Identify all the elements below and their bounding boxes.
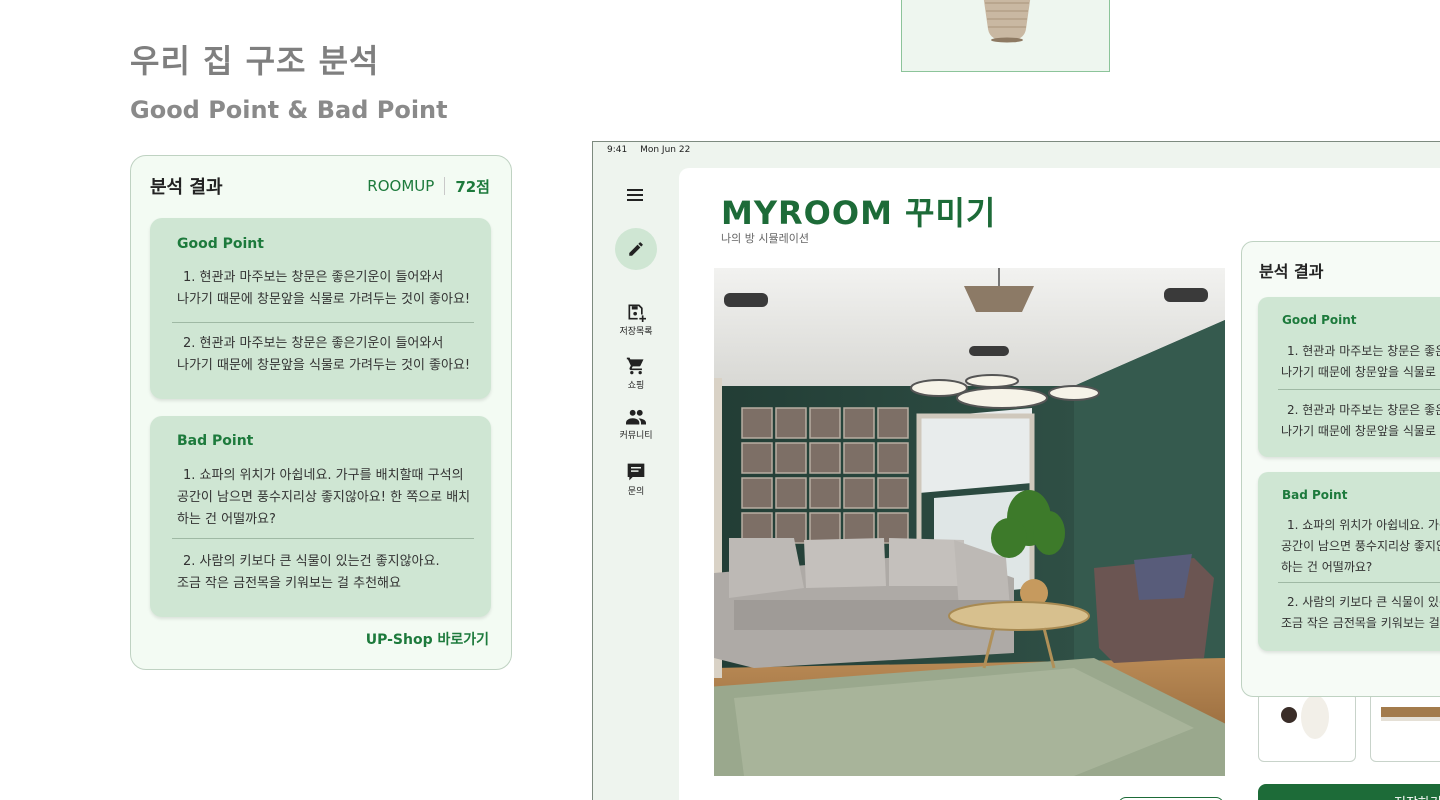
item-line: 2. 현관과 마주보는 창문은 좋은 [1287, 403, 1440, 417]
item-line: 1. 현관과 마주보는 창문은 좋은 [1287, 344, 1440, 358]
sidebar-item-community[interactable]: 커뮤니티 [593, 408, 679, 441]
status-bar: 9:41 Mon Jun 22 [607, 145, 690, 155]
item-divider [172, 538, 474, 539]
product-thumbnail-vase[interactable] [901, 0, 1110, 72]
item-divider [1278, 582, 1440, 583]
item-divider [1278, 389, 1440, 390]
page-subtitle: 나의 방 시뮬레이션 [721, 232, 809, 245]
sidebar-item-inquiry[interactable]: 문의 [593, 462, 679, 497]
sidebar-item-label: 문의 [627, 487, 645, 497]
bad-point-item: 1. 쇼파의 위치가 아쉽네요. 가구 공간이 남으면 풍수지리상 좋지않 하는… [1281, 515, 1440, 578]
product-tile[interactable] [1258, 692, 1356, 762]
good-point-item: 2. 현관과 마주보는 창문은 좋은기운이 들어와서 나가기 때문에 창문앞을 … [177, 333, 470, 377]
people-icon [626, 409, 646, 425]
cart-icon [626, 357, 644, 375]
bad-point-box: Bad Point 1. 쇼파의 위치가 아쉽네요. 가구를 배치할때 구석의 … [150, 416, 491, 617]
good-point-item: 1. 현관과 마주보는 창문은 좋은 나가기 때문에 창문앞을 식물로 가 [1281, 341, 1440, 383]
page-title: MYROOM 꾸미기 [721, 194, 997, 232]
bad-point-item: 2. 사람의 키보다 큰 식물이 있는건 좋지않아요. 조금 작은 금전목을 키… [177, 551, 440, 595]
bad-point-box: Bad Point 1. 쇼파의 위치가 아쉽네요. 가구 공간이 남으면 풍수… [1258, 472, 1440, 651]
page-root: 우리 집 구조 분석 Good Point & Bad Point 분석 결과 … [0, 0, 1440, 800]
good-point-item: 1. 현관과 마주보는 창문은 좋은기운이 들어와서 나가기 때문에 창문앞을 … [177, 267, 470, 311]
item-line: 하는 건 어떨까요? [177, 512, 276, 527]
up-shop-link[interactable]: UP-Shop 바로가기 [366, 629, 489, 649]
section-heading: 우리 집 구조 분석 Good Point & Bad Point [130, 36, 448, 124]
item-line: 1. 현관과 마주보는 창문은 좋은기운이 들어와서 [183, 270, 444, 285]
product-lamp-image [1281, 695, 1329, 739]
analysis-card: 분석 결과 ROOMUP 72점 Good Point 1. 현관과 마주보는 … [130, 155, 512, 670]
item-line: 1. 쇼파의 위치가 아쉽네요. 가구를 배치할때 구석의 [183, 468, 464, 483]
vase-image [983, 0, 1031, 43]
bad-point-item: 1. 쇼파의 위치가 아쉽네요. 가구를 배치할때 구석의 공간이 남으면 풍수… [177, 465, 470, 531]
item-line: 2. 현관과 마주보는 창문은 좋은기운이 들어와서 [183, 336, 444, 351]
sidebar-item-label: 저장목록 [619, 327, 653, 337]
edit-button[interactable] [615, 228, 657, 270]
analysis-card-header: 분석 결과 ROOMUP 72점 [150, 174, 490, 198]
room-render-image [714, 268, 1225, 776]
item-line: 조금 작은 금전목을 키워보는 걸 [1281, 616, 1440, 630]
item-line: 1. 쇼파의 위치가 아쉽네요. 가구 [1287, 518, 1440, 532]
hamburger-menu-icon[interactable] [626, 188, 644, 202]
product-tile[interactable] [1370, 692, 1440, 762]
item-divider [172, 322, 474, 323]
score-value: 72점 [455, 177, 490, 196]
section-subtitle: Good Point & Bad Point [130, 96, 448, 124]
item-line: 2. 사람의 키보다 큰 식물이 있는 [1287, 595, 1440, 609]
item-line: 나가기 때문에 창문앞을 식물로 가려두는 것이 좋아요! [177, 358, 471, 373]
sidebar: 저장목록 쇼핑 커뮤니티 문의 [593, 168, 679, 800]
item-line: 나가기 때문에 창문앞을 식물로 가 [1281, 424, 1440, 438]
item-line: 조금 작은 금전목을 키워보는 걸 추천해요 [177, 576, 401, 591]
good-point-title: Good Point [1282, 313, 1357, 327]
sidebar-item-shopping[interactable]: 쇼핑 [593, 356, 679, 391]
pencil-icon [629, 242, 643, 256]
good-point-item: 2. 현관과 마주보는 창문은 좋은 나가기 때문에 창문앞을 식물로 가 [1281, 400, 1440, 442]
item-line: 공간이 남으면 풍수지리상 좋지않아요! 한 쪽으로 배치 [177, 490, 471, 505]
analysis-panel-title: 분석 결과 [1259, 262, 1324, 281]
section-title: 우리 집 구조 분석 [130, 42, 380, 80]
save-add-icon [628, 304, 646, 322]
brand-label: ROOMUP [367, 177, 435, 195]
status-time: 9:41 [607, 145, 628, 155]
status-date: Mon Jun 22 [640, 145, 691, 155]
good-point-box: Good Point 1. 현관과 마주보는 창문은 좋은기운이 들어와서 나가… [150, 218, 491, 399]
sidebar-item-saved[interactable]: 저장목록 [593, 302, 679, 337]
item-line: 2. 사람의 키보다 큰 식물이 있는건 좋지않아요. [183, 554, 440, 569]
analysis-panel: 분석 결과 Good Point 1. 현관과 마주보는 창문은 좋은 나가기 … [1241, 241, 1440, 697]
bad-point-title: Bad Point [1282, 488, 1348, 502]
item-line: 하는 건 어떨까요? [1281, 560, 1373, 574]
bad-point-item: 2. 사람의 키보다 큰 식물이 있는 조금 작은 금전목을 키워보는 걸 [1281, 592, 1440, 634]
good-point-box: Good Point 1. 현관과 마주보는 창문은 좋은 나가기 때문에 창문… [1258, 297, 1440, 457]
good-point-title: Good Point [177, 236, 264, 252]
bad-point-title: Bad Point [177, 433, 254, 449]
chat-icon [627, 463, 645, 481]
item-line: 나가기 때문에 창문앞을 식물로 가 [1281, 365, 1440, 379]
save-button[interactable]: 저장하기 [1258, 784, 1440, 800]
analysis-card-title: 분석 결과 [150, 177, 223, 198]
sidebar-item-label: 쇼핑 [627, 381, 645, 391]
item-line: 공간이 남으면 풍수지리상 좋지않 [1281, 539, 1440, 553]
item-line: 나가기 때문에 창문앞을 식물로 가려두는 것이 좋아요! [177, 292, 471, 307]
sidebar-item-label: 커뮤니티 [619, 431, 653, 441]
analysis-score-meta: ROOMUP 72점 [367, 176, 490, 197]
product-bed-image [1381, 707, 1440, 721]
